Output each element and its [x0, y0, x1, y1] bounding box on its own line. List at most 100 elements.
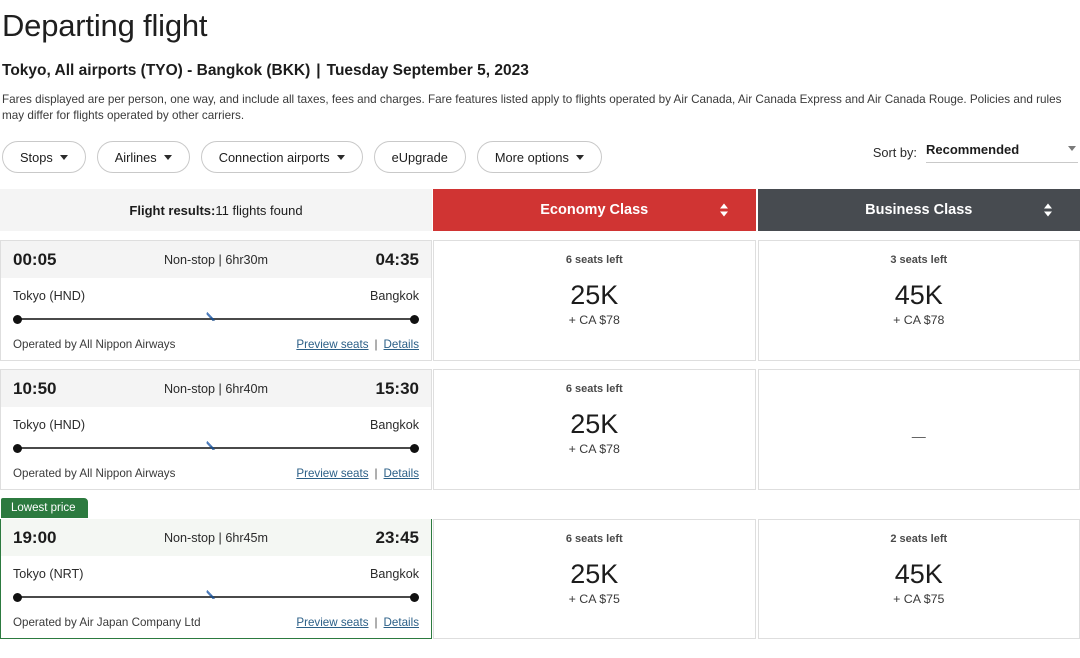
filter-stops[interactable]: Stops	[2, 141, 86, 173]
departure-time: 10:50	[13, 379, 103, 399]
fare-miles: 45K	[895, 559, 943, 589]
details-link[interactable]: Details	[384, 338, 419, 351]
flight-times: 00:05 Non-stop | 6hr30m 04:35	[1, 241, 431, 278]
flight-card-footer: Operated by All Nippon Airways Preview s…	[1, 455, 431, 489]
route-diagram: Tokyo (NRT) Bangkok	[1, 556, 431, 604]
card-links: Preview seats|Details	[296, 467, 419, 480]
stops-duration: Non-stop | 6hr45m	[103, 531, 329, 545]
operator-text: Operated by All Nippon Airways	[13, 338, 175, 351]
sort-arrows-icon[interactable]	[720, 204, 728, 217]
route-line-graphic	[13, 441, 419, 455]
fare-cash: + CA $78	[893, 313, 944, 327]
column-header-economy[interactable]: Economy Class	[433, 189, 756, 231]
route-separator: |	[310, 62, 326, 79]
flight-card-footer: Operated by Air Japan Company Ltd Previe…	[1, 604, 431, 638]
flight-results-count: Flight results:11 flights found	[0, 189, 432, 231]
sort-by-value: Recommended	[926, 142, 1019, 157]
filter-bar: Stops Airlines Connection airports eUpgr…	[0, 141, 1080, 173]
filter-connection-airports-label: Connection airports	[219, 150, 330, 165]
seats-left: 6 seats left	[566, 254, 623, 266]
destination-airport: Bangkok	[370, 567, 419, 581]
chevron-down-icon	[60, 155, 68, 160]
column-header-business[interactable]: Business Class	[758, 189, 1080, 231]
fare-miles: 25K	[570, 559, 618, 589]
stops-duration: Non-stop | 6hr40m	[103, 382, 329, 396]
origin-dot-icon	[13, 315, 22, 324]
stops-duration: Non-stop | 6hr30m	[103, 253, 329, 267]
column-header-business-label: Business Class	[865, 202, 972, 218]
preview-seats-link[interactable]: Preview seats	[296, 338, 368, 351]
chevron-down-icon	[576, 155, 584, 160]
flight-times: 19:00 Non-stop | 6hr45m 23:45	[1, 519, 431, 556]
details-link[interactable]: Details	[384, 616, 419, 629]
preview-seats-link[interactable]: Preview seats	[296, 467, 368, 480]
arrival-time: 04:35	[329, 250, 419, 270]
fare-cell-economy[interactable]: 6 seats left 25K + CA $78	[433, 369, 756, 490]
card-links: Preview seats|Details	[296, 616, 419, 629]
card-links: Preview seats|Details	[296, 338, 419, 351]
filter-more-options-label: More options	[495, 150, 569, 165]
fare-disclaimer: Fares displayed are per person, one way,…	[2, 92, 1074, 124]
filter-eupgrade-label: eUpgrade	[392, 150, 448, 165]
flight-results-label: Flight results:	[129, 203, 215, 218]
sort-by-select[interactable]: Recommended	[926, 142, 1078, 163]
flight-row: 00:05 Non-stop | 6hr30m 04:35 Tokyo (HND…	[0, 240, 1080, 361]
flight-details-card[interactable]: Lowest price 19:00 Non-stop | 6hr45m 23:…	[0, 519, 432, 639]
route-diagram: Tokyo (HND) Bangkok	[1, 407, 431, 455]
filter-eupgrade[interactable]: eUpgrade	[374, 141, 466, 173]
airplane-icon	[204, 587, 220, 603]
route-line-graphic	[13, 312, 419, 326]
flight-row: 10:50 Non-stop | 6hr40m 15:30 Tokyo (HND…	[0, 369, 1080, 490]
fare-cash: + CA $78	[569, 442, 620, 456]
fare-cell-economy[interactable]: 6 seats left 25K + CA $78	[433, 240, 756, 361]
destination-dot-icon	[410, 593, 419, 602]
results-table-header: Flight results:11 flights found Economy …	[0, 189, 1080, 231]
origin-airport: Tokyo (HND)	[13, 418, 85, 432]
fare-cell-business[interactable]: 2 seats left 45K + CA $75	[758, 519, 1080, 639]
chevron-down-icon	[337, 155, 345, 160]
fare-cash: + CA $78	[569, 313, 620, 327]
flight-details-card[interactable]: 00:05 Non-stop | 6hr30m 04:35 Tokyo (HND…	[0, 240, 432, 361]
fare-cash: + CA $75	[893, 592, 944, 606]
page-title: Departing flight	[2, 6, 1080, 46]
sort-arrows-icon[interactable]	[1044, 204, 1052, 217]
seats-left: 6 seats left	[566, 383, 623, 395]
fare-unavailable-mark: —	[759, 383, 1080, 489]
flight-card-footer: Operated by All Nippon Airways Preview s…	[1, 326, 431, 360]
fare-cash: + CA $75	[569, 592, 620, 606]
seats-left: 6 seats left	[566, 533, 623, 545]
route-summary: Tokyo, All airports (TYO) - Bangkok (BKK…	[2, 61, 1080, 81]
filter-connection-airports[interactable]: Connection airports	[201, 141, 363, 173]
fare-miles: 25K	[570, 280, 618, 310]
preview-seats-link[interactable]: Preview seats	[296, 616, 368, 629]
fare-cell-business[interactable]: 3 seats left 45K + CA $78	[758, 240, 1080, 361]
operator-text: Operated by All Nippon Airways	[13, 467, 175, 480]
route-diagram: Tokyo (HND) Bangkok	[1, 278, 431, 326]
details-link[interactable]: Details	[384, 467, 419, 480]
airplane-icon	[204, 309, 220, 325]
filter-airlines[interactable]: Airlines	[97, 141, 190, 173]
fare-miles: 25K	[570, 409, 618, 439]
filter-more-options[interactable]: More options	[477, 141, 602, 173]
sort-control: Sort by: Recommended	[873, 142, 1078, 163]
fare-cell-economy[interactable]: 6 seats left 25K + CA $75	[433, 519, 756, 639]
departure-date: Tuesday September 5, 2023	[327, 62, 529, 79]
origin-dot-icon	[13, 444, 22, 453]
chevron-down-icon	[1068, 146, 1076, 151]
flight-details-card[interactable]: 10:50 Non-stop | 6hr40m 15:30 Tokyo (HND…	[0, 369, 432, 490]
seats-left: 3 seats left	[890, 254, 947, 266]
destination-airport: Bangkok	[370, 418, 419, 432]
departure-time: 00:05	[13, 250, 103, 270]
destination-airport: Bangkok	[370, 289, 419, 303]
chevron-down-icon	[164, 155, 172, 160]
seats-left: 2 seats left	[890, 533, 947, 545]
destination-dot-icon	[410, 444, 419, 453]
fare-cell-business-unavailable: —	[758, 369, 1080, 490]
origin-airport: Tokyo (HND)	[13, 289, 85, 303]
airplane-icon	[204, 438, 220, 454]
destination-dot-icon	[410, 315, 419, 324]
flight-results-table: Flight results:11 flights found Economy …	[0, 189, 1080, 639]
arrival-time: 15:30	[329, 379, 419, 399]
filter-stops-label: Stops	[20, 150, 53, 165]
fare-miles: 45K	[895, 280, 943, 310]
